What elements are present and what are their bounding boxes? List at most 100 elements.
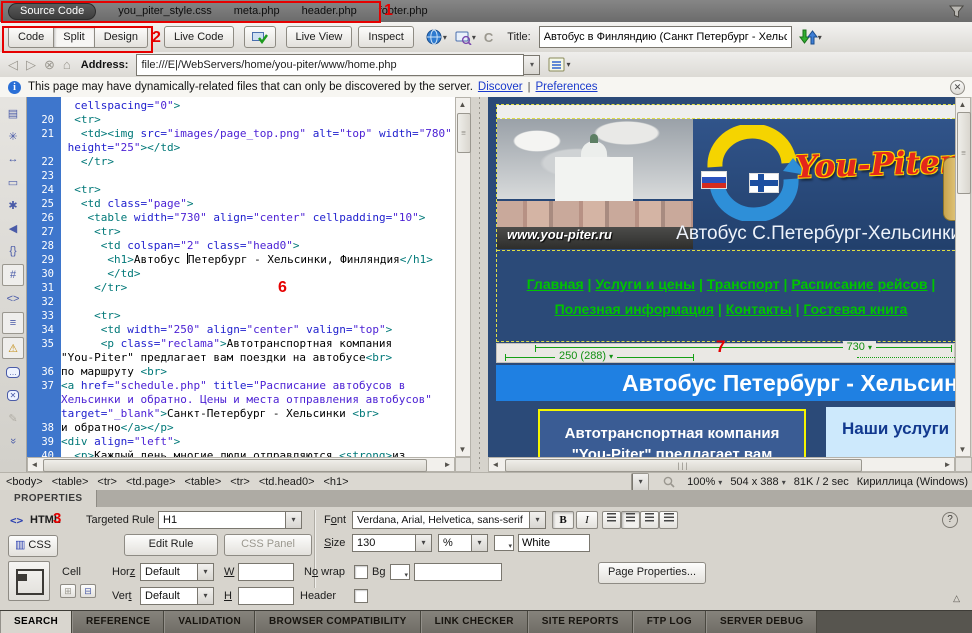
apply-comment-icon[interactable]: … [3, 362, 23, 382]
tag-selector-item[interactable]: <tr> [230, 476, 250, 488]
code-line[interactable]: 21 <td><img src="images/page_top.png" al… [27, 127, 455, 141]
balance-braces-icon[interactable]: {} [3, 241, 23, 261]
code-line[interactable]: 24 <tr> [27, 183, 455, 197]
header-checkbox[interactable] [354, 589, 368, 603]
page-properties-button[interactable]: Page Properties... [598, 562, 706, 584]
code-line[interactable]: 39<div align="left"> [27, 435, 455, 449]
bg-color-input[interactable] [414, 563, 502, 581]
split-cell-icon[interactable]: ⊟ [80, 584, 96, 598]
code-line[interactable]: 38и обратно</a></p> [27, 421, 455, 435]
properties-tab[interactable]: PROPERTIES [0, 490, 97, 507]
tag-selector-item[interactable]: <tr> [97, 476, 117, 488]
code-line[interactable]: 40 <p>Каждый день многие люди отправляют… [27, 449, 455, 457]
nav-link[interactable]: Полезная информация [555, 301, 714, 317]
results-tab-link-checker[interactable]: LINK CHECKER [421, 611, 528, 633]
code-line[interactable]: "You-Piter" предлагает вам поездки на ав… [27, 351, 455, 365]
code-line[interactable]: 32 [27, 295, 455, 309]
results-tab-server-debug[interactable]: SERVER DEBUG [706, 611, 817, 633]
code-line[interactable]: 23 [27, 169, 455, 183]
file-management-icon[interactable]: ▾ [798, 29, 822, 45]
align-right-button[interactable] [640, 511, 659, 529]
close-info-bar-icon[interactable]: ✕ [950, 80, 965, 95]
width-input[interactable] [238, 563, 294, 581]
align-justify-button[interactable] [659, 511, 678, 529]
outer-width-marker[interactable]: 730 ▾ [843, 341, 876, 353]
design-horizontal-scrollbar[interactable]: ◄ ► ||| [488, 457, 955, 472]
italic-button[interactable]: I [576, 511, 598, 529]
code-line[interactable]: 26 <table width="730" align="center" cel… [27, 211, 455, 225]
code-line[interactable]: 34 <td width="250" align="center" valign… [27, 323, 455, 337]
filter-icon[interactable] [949, 5, 964, 18]
tag-selector-item[interactable]: <td.page> [126, 476, 176, 488]
nav-link[interactable]: Контакты [726, 301, 792, 317]
design-view-pane[interactable]: You-Piter Автобус С.Петербург-Хельсинки … [488, 97, 955, 457]
nav-link[interactable]: Транспорт [707, 276, 780, 292]
code-line[interactable]: 25 <td class="page"> [27, 197, 455, 211]
forward-icon[interactable]: ▷ [26, 57, 36, 73]
nav-link[interactable]: Главная [527, 276, 584, 292]
code-line[interactable]: cellspacing="0"> [27, 99, 455, 113]
preview-in-browser-icon[interactable]: ▾ [426, 29, 447, 46]
align-center-button[interactable] [621, 511, 640, 529]
code-line[interactable]: 33 <tr> [27, 309, 455, 323]
inner-width-marker[interactable]: 250 (288) ▾ [555, 350, 617, 362]
height-input[interactable] [238, 587, 294, 605]
check-browser-compatibility-icon[interactable]: ▾ [455, 30, 476, 45]
results-tab-ftp-log[interactable]: FTP LOG [633, 611, 706, 633]
pane-splitter[interactable] [471, 97, 488, 472]
expand-all-icon[interactable]: ✱ [3, 195, 23, 215]
code-line[interactable]: height="25"></td> [27, 141, 455, 155]
text-color-input[interactable] [518, 534, 590, 552]
tag-selector-item[interactable]: <td.head0> [259, 476, 315, 488]
view-options-icon[interactable]: ▾ [548, 57, 570, 73]
discover-link[interactable]: Discover [478, 81, 523, 93]
bg-color-swatch[interactable]: ▾ [390, 564, 410, 580]
table-width-bar[interactable]: 730 ▾ 250 (288) ▾ [496, 343, 955, 363]
code-line[interactable]: 35 <p class="reclama">Автотранспортная к… [27, 337, 455, 351]
text-color-swatch[interactable]: ▾ [494, 535, 514, 551]
word-wrap-icon[interactable]: ≡ [2, 312, 24, 334]
live-code-button[interactable]: Live Code [164, 26, 234, 48]
code-line[interactable]: 20 <tr> [27, 113, 455, 127]
size-unit-select[interactable]: % [438, 534, 488, 552]
results-tab-search[interactable]: SEARCH [0, 611, 72, 633]
line-numbers-icon[interactable]: # [2, 264, 24, 286]
nav-link[interactable]: Услуги и цены [595, 276, 695, 292]
merge-cells-icon[interactable]: ⊞ [60, 584, 76, 598]
code-line[interactable]: 31 </tr> [27, 281, 455, 295]
format-source-code-icon[interactable]: ✎ [3, 408, 23, 428]
css-mode-button[interactable]: ▥ CSS [8, 535, 58, 557]
results-tab-validation[interactable]: VALIDATION [164, 611, 255, 633]
code-line[interactable]: 27 <tr> [27, 225, 455, 239]
window-size[interactable]: 504 x 388 ▾ [730, 476, 785, 488]
code-vertical-scrollbar[interactable]: ▲ ▼ ≡ [455, 97, 471, 457]
results-tab-reference[interactable]: REFERENCE [72, 611, 164, 633]
code-view-pane[interactable]: cellspacing="0">20 <tr>21 <td><img src="… [27, 97, 455, 457]
select-parent-tag-icon[interactable]: ◀ [3, 218, 23, 238]
live-view-button[interactable]: Live View [286, 26, 353, 48]
remove-comment-icon[interactable]: ✕ [3, 385, 23, 405]
home-icon[interactable]: ⌂ [63, 57, 71, 72]
code-line[interactable]: 29 <h1>Автобус Петербург - Хельсинки, Фи… [27, 253, 455, 267]
tag-selector-item[interactable]: <h1> [324, 476, 349, 488]
stop-icon[interactable]: ⊗ [44, 57, 55, 73]
design-vertical-scrollbar[interactable]: ▲ ▼ ≡ [955, 97, 971, 457]
more-icon[interactable]: » [3, 431, 23, 451]
nav-link[interactable]: Расписание рейсов [791, 276, 927, 292]
font-select[interactable]: Verdana, Arial, Helvetica, sans-serif [352, 511, 546, 529]
zoom-level[interactable]: 100% ▾ [687, 476, 722, 488]
tag-selector-item[interactable]: <table> [52, 476, 89, 488]
results-tab-site-reports[interactable]: SITE REPORTS [528, 611, 633, 633]
size-select[interactable]: 130 [352, 534, 432, 552]
code-horizontal-scrollbar[interactable]: ◄ ► [27, 457, 455, 472]
syntax-error-alerts-icon[interactable]: ⚠ [2, 337, 24, 359]
title-input[interactable] [539, 26, 792, 48]
preferences-link[interactable]: Preferences [536, 81, 598, 93]
code-line[interactable]: 37<a href="schedule.php" title="Расписан… [27, 379, 455, 393]
file-compare-icon[interactable] [244, 26, 276, 48]
help-icon[interactable]: ? [942, 512, 958, 528]
code-line[interactable]: 22 </tr> [27, 155, 455, 169]
horz-select[interactable]: Default [140, 563, 214, 581]
zoom-tool-icon[interactable] [659, 474, 679, 490]
back-icon[interactable]: ◁ [8, 57, 18, 73]
